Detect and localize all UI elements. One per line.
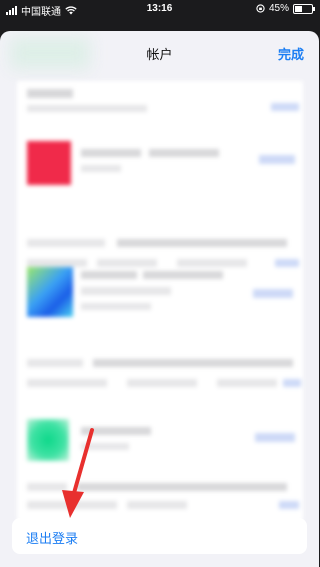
logout-label: 退出登录 xyxy=(26,531,79,546)
list-item xyxy=(17,353,303,395)
account-sheet: 帐户 完成 退出登录 xyxy=(0,31,319,567)
battery-icon xyxy=(293,3,315,14)
page-title: 帐户 xyxy=(146,47,173,62)
status-bar: 中国联通 13:16 45% xyxy=(0,0,319,18)
lock-rotation-icon xyxy=(256,4,265,13)
list-item xyxy=(17,479,303,521)
list-item[interactable] xyxy=(17,411,303,471)
avatar xyxy=(27,419,69,461)
list-item[interactable] xyxy=(17,133,303,193)
sheet-header: 帐户 完成 xyxy=(0,31,319,75)
list-item[interactable] xyxy=(17,81,303,123)
list-item[interactable] xyxy=(17,261,303,345)
account-list xyxy=(17,81,303,521)
logout-button[interactable]: 退出登录 xyxy=(12,518,307,554)
battery-percent: 45% xyxy=(268,3,289,14)
avatar xyxy=(27,141,71,185)
done-button[interactable]: 完成 xyxy=(278,44,304,63)
status-right: 45% xyxy=(256,3,315,14)
avatar xyxy=(27,267,73,317)
